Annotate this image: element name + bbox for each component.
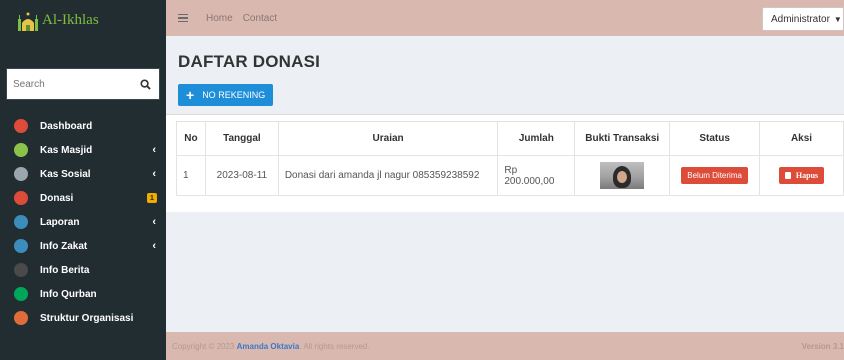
sidebar-item-struktur-organisasi[interactable]: Struktur Organisasi [0,306,166,330]
table-row: 1 2023-08-11 Donasi dari amanda jl nagur… [176,155,844,196]
news-icon [14,263,28,277]
sidebar-item-info-qurban[interactable]: Info Qurban [0,282,166,306]
sidebar: Al-Ikhlas DashboardKas Masjid‹Kas Sosial… [0,0,166,360]
column-header-no: No [176,121,206,156]
page-title: DAFTAR DONASI [178,52,321,71]
sidebar-item-label: Info Zakat [40,240,88,252]
column-header-aksi: Aksi [759,121,844,156]
chevron-left-icon: ‹ [152,144,156,156]
column-header-status: Status [669,121,761,156]
cell-status: Belum Diterima [669,155,761,196]
zakat-icon [14,239,28,253]
add-rekening-label: NO REKENING [202,90,266,100]
sidebar-item-kas-sosial[interactable]: Kas Sosial ‹ [0,162,166,186]
sidebar-item-donasi[interactable]: Donasi 1 [0,186,166,210]
sidebar-item-label: Kas Sosial [40,168,91,180]
sidebar-item-info-berita[interactable]: Info Berita [0,258,166,282]
search-icon [139,78,151,90]
footer-version: Version 3.1 [801,341,844,351]
trash-icon [784,172,791,179]
sidebar-item-dashboard[interactable]: Dashboard [0,114,166,138]
status-badge[interactable]: Belum Diterima [681,167,748,184]
add-rekening-button[interactable]: + NO REKENING [178,84,274,106]
sidebar-item-kas-masjid[interactable]: Kas Masjid ‹ [0,138,166,162]
footer-copyright: Copyright © 2023 Amanda Oktavia. All rig… [172,341,370,351]
top-navbar: Home Contact Administrator ▼ [166,0,844,36]
sidebar-item-laporan[interactable]: Laporan ‹ [0,210,166,234]
menu-toggle-icon[interactable] [178,13,188,23]
sidebar-item-label: Info Qurban [40,288,97,300]
group-icon [14,143,28,157]
sidebar-item-label: Info Berita [40,264,90,276]
cell-tanggal: 2023-08-11 [204,155,279,196]
brand-logo[interactable]: Al-Ikhlas [0,0,166,40]
delete-button[interactable]: Hapus [778,167,825,184]
search-input[interactable] [7,69,131,99]
sidebar-item-info-zakat[interactable]: Info Zakat ‹ [0,234,166,258]
report-icon [14,215,28,229]
donation-icon [14,191,28,205]
transaction-proof-thumbnail[interactable] [600,162,645,189]
search-button[interactable] [131,69,159,99]
user-menu-button[interactable]: Administrator ▼ [762,7,844,31]
main-content: DAFTAR DONASI + NO REKENING No Tanggal U… [166,36,844,332]
nav-contact-link[interactable]: Contact [243,13,277,24]
dashboard-icon [14,119,28,133]
column-header-uraian: Uraian [277,121,499,156]
sidebar-item-label: Donasi [40,192,74,204]
footer: Copyright © 2023 Amanda Oktavia. All rig… [166,332,844,360]
chevron-left-icon: ‹ [152,216,156,228]
cell-aksi: Hapus [759,155,844,196]
user-menu-label: Administrator [771,13,830,25]
sidebar-item-label: Struktur Organisasi [40,312,134,324]
donation-table: No Tanggal Uraian Jumlah Bukti Transaksi… [176,121,844,196]
column-header-tanggal: Tanggal [204,121,279,156]
cell-uraian: Donasi dari amanda jl nagur 085359238592 [277,155,499,196]
sidebar-item-label: Kas Masjid [40,144,93,156]
plus-icon: + [186,87,195,103]
donation-card: No Tanggal Uraian Jumlah Bukti Transaksi… [166,114,844,212]
nav-home-link[interactable]: Home [206,13,233,24]
cell-jumlah: Rp 200.000,00 [497,155,576,196]
sidebar-item-label: Dashboard [40,120,93,132]
table-header-row: No Tanggal Uraian Jumlah Bukti Transaksi… [176,121,844,156]
caret-down-icon: ▼ [833,14,842,24]
count-badge: 1 [147,193,157,203]
goat-icon [14,287,28,301]
chevron-left-icon: ‹ [152,168,156,180]
column-header-bukti: Bukti Transaksi [574,121,671,156]
organization-icon [14,311,28,325]
wallet-icon [14,167,28,181]
mosque-icon [18,12,38,31]
chevron-left-icon: ‹ [152,240,156,252]
footer-author-link[interactable]: Amanda Oktavia [237,342,300,351]
sidebar-menu: Dashboard Kas Masjid ‹ Kas Sosial ‹ Donasi 1 La… [0,114,166,330]
sidebar-search [6,68,160,100]
delete-label: Hapus [795,171,819,180]
cell-no: 1 [176,155,206,196]
brand-name: Al-Ikhlas [42,11,99,28]
sidebar-item-label: Laporan [40,216,80,228]
column-header-jumlah: Jumlah [497,121,576,156]
cell-bukti [574,155,671,196]
